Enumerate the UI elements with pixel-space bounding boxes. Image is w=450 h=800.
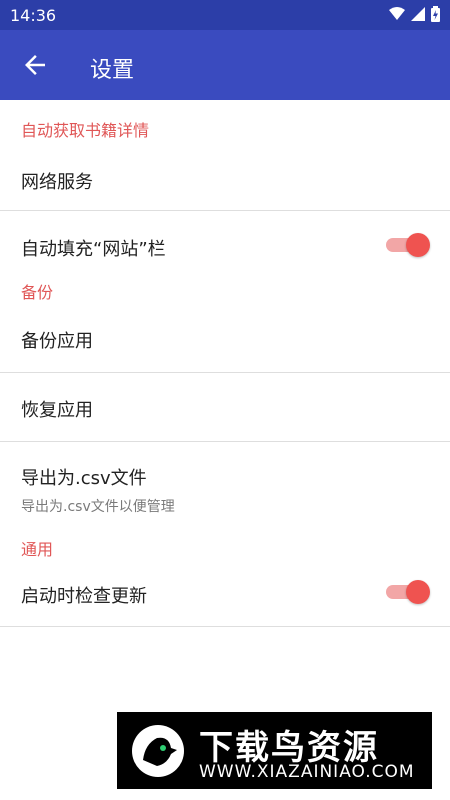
bird-logo-icon	[132, 725, 184, 777]
wifi-icon	[389, 7, 405, 20]
setting-backup-app[interactable]: 备份应用	[0, 303, 450, 373]
setting-check-update[interactable]: 启动时检查更新	[0, 560, 450, 646]
setting-label: 导出为.csv文件	[21, 468, 147, 489]
watermark-url: WWW.XIAZAINIAO.COM	[199, 762, 415, 782]
status-time: 14:36	[10, 6, 57, 25]
setting-network-service[interactable]: 网络服务	[0, 141, 450, 211]
settings-list: 自动获取书籍详情 网络服务 自动填充“网站”栏 备份 备份应用 恢复应用 导出为…	[0, 100, 450, 646]
status-icons	[389, 6, 440, 22]
toggle-thumb	[406, 580, 430, 604]
section-header-backup: 备份	[21, 283, 54, 302]
divider	[0, 626, 450, 627]
app-bar: 设置	[0, 30, 450, 100]
auto-fill-toggle[interactable]	[382, 233, 430, 257]
setting-label: 网络服务	[21, 172, 93, 193]
back-arrow-icon[interactable]	[20, 50, 50, 80]
section-header-general: 通用	[21, 540, 54, 559]
setting-auto-fill-website[interactable]: 自动填充“网站”栏	[0, 211, 450, 279]
watermark-banner: 下载鸟资源 WWW.XIAZAINIAO.COM	[117, 712, 432, 789]
setting-export-csv[interactable]: 导出为.csv文件 导出为.csv文件以便管理	[0, 442, 450, 540]
setting-summary: 导出为.csv文件以便管理	[21, 499, 175, 515]
section-header-auto-fetch: 自动获取书籍详情	[21, 121, 150, 140]
setting-label: 备份应用	[21, 331, 93, 352]
setting-label: 恢复应用	[21, 400, 93, 421]
signal-icon	[411, 7, 425, 21]
check-update-toggle[interactable]	[382, 580, 430, 604]
toggle-thumb	[406, 233, 430, 257]
page-title: 设置	[90, 58, 135, 83]
status-bar: 14:36	[0, 0, 450, 30]
battery-icon	[431, 6, 440, 22]
setting-restore-app[interactable]: 恢复应用	[0, 373, 450, 442]
